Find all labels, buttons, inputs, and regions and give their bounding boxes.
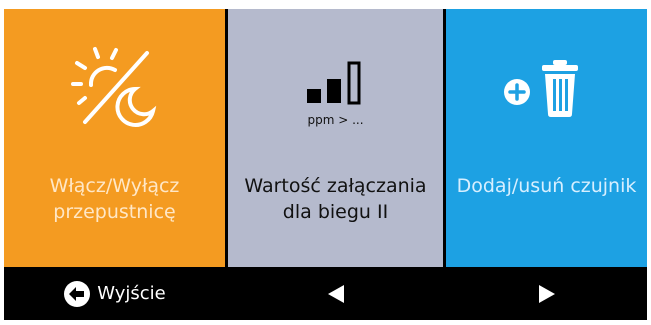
sun-moon-icon (4, 37, 225, 137)
device-screen: Włącz/Wyłącz przepustnicę ppm > ... Wart… (4, 9, 647, 320)
next-button[interactable] (446, 267, 647, 320)
arrow-left-icon (327, 284, 344, 303)
exit-icon (64, 280, 91, 307)
tile-add-remove-sensor[interactable]: Dodaj/usuń czujnik (446, 9, 647, 267)
tile-label: Włącz/Wyłącz przepustnicę (4, 173, 225, 225)
tile-label: Dodaj/usuń czujnik (446, 173, 647, 199)
arrow-right-icon (538, 284, 555, 303)
ppm-threshold-label: ppm > ... (307, 113, 364, 127)
tile-label-line: dla biegu II (282, 201, 389, 223)
tile-label-line: Włącz/Wyłącz (49, 175, 180, 197)
tile-label-line: Wartość załączania (244, 175, 427, 197)
tile-label-line: przepustnicę (53, 201, 176, 223)
exit-label: Wyjście (97, 283, 166, 304)
tile-gear2-threshold[interactable]: ppm > ... Wartość załączania dla biegu I… (228, 9, 443, 267)
add-delete-icon (446, 37, 647, 137)
tile-label-line: Dodaj/usuń czujnik (456, 175, 637, 197)
exit-button[interactable]: Wyjście (4, 267, 225, 320)
previous-button[interactable] (228, 267, 443, 320)
tile-toggle-damper[interactable]: Włącz/Wyłącz przepustnicę (4, 9, 225, 267)
tile-label: Wartość załączania dla biegu II (228, 173, 443, 225)
